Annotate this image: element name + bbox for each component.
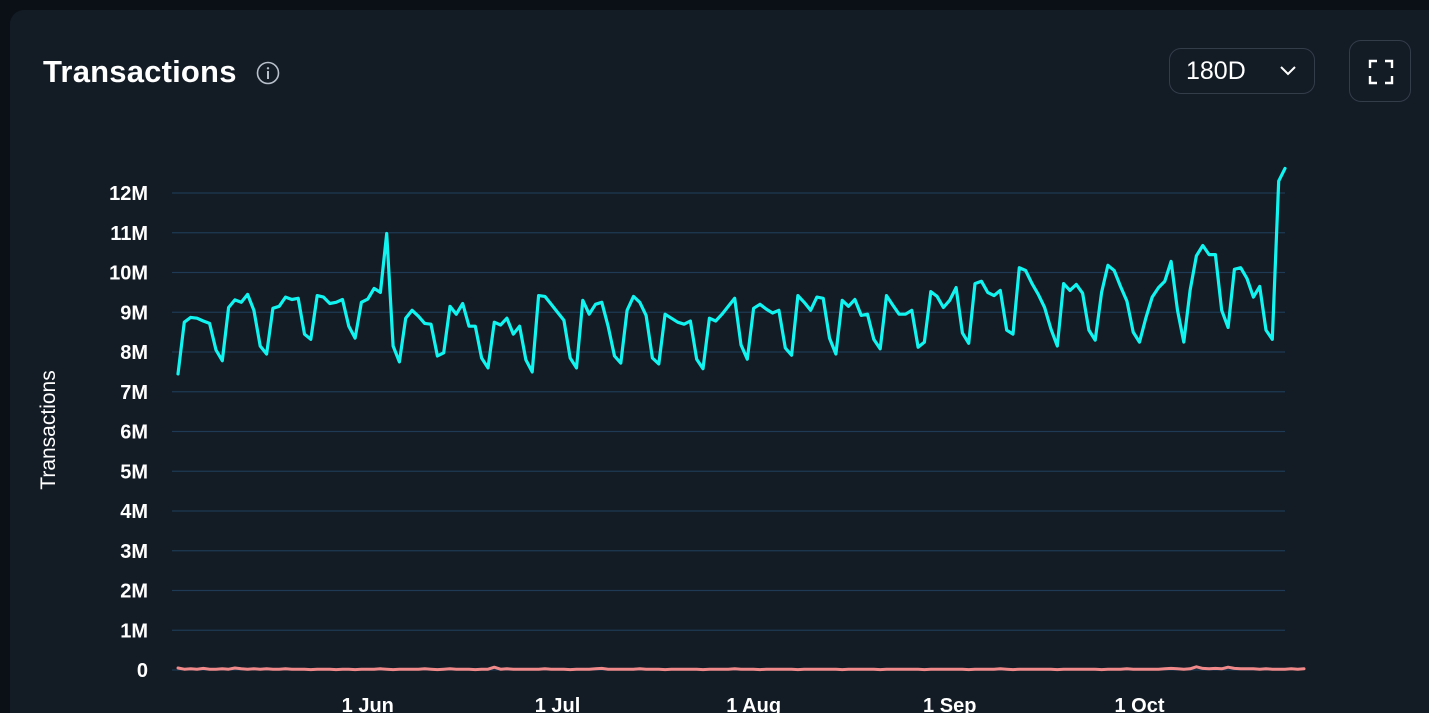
y-tick-label: 4M bbox=[120, 501, 148, 523]
y-tick-label: 5M bbox=[120, 461, 148, 483]
y-axis-label: Transactions bbox=[37, 370, 60, 489]
x-tick-label: 1 Jun bbox=[342, 695, 394, 713]
y-tick-label: 10M bbox=[109, 263, 148, 285]
transactions-chart: 0 1M 2M 3M 4M 5M 6M 7M 8M 9M 10M 11M 12M 1 Jun 1 Jul 1… bbox=[37, 166, 1306, 713]
y-tick-label: 11M bbox=[110, 223, 148, 245]
transactions-card: Transactions 180D 0 1M 2M 3M 4M 5M 6M 7M 8M 9M 10M… bbox=[10, 10, 1429, 713]
x-tick-label: 1 Sep bbox=[923, 695, 976, 713]
y-tick-label: 0 bbox=[137, 660, 148, 682]
y-tick-label: 9M bbox=[120, 302, 148, 324]
series-line-main bbox=[176, 166, 1287, 376]
y-tick-label: 2M bbox=[120, 581, 148, 603]
y-tick-label: 8M bbox=[120, 342, 148, 364]
x-tick-label: 1 Jul bbox=[535, 695, 581, 713]
x-tick-label: 1 Aug bbox=[726, 695, 781, 713]
y-tick-label: 6M bbox=[120, 422, 148, 444]
y-tick-label: 1M bbox=[120, 620, 148, 642]
y-tick-label: 7M bbox=[120, 382, 148, 404]
y-tick-label: 12M bbox=[109, 183, 148, 205]
x-tick-label: 1 Oct bbox=[1114, 695, 1164, 713]
series-line-secondary bbox=[176, 665, 1306, 672]
y-tick-label: 3M bbox=[120, 541, 148, 563]
